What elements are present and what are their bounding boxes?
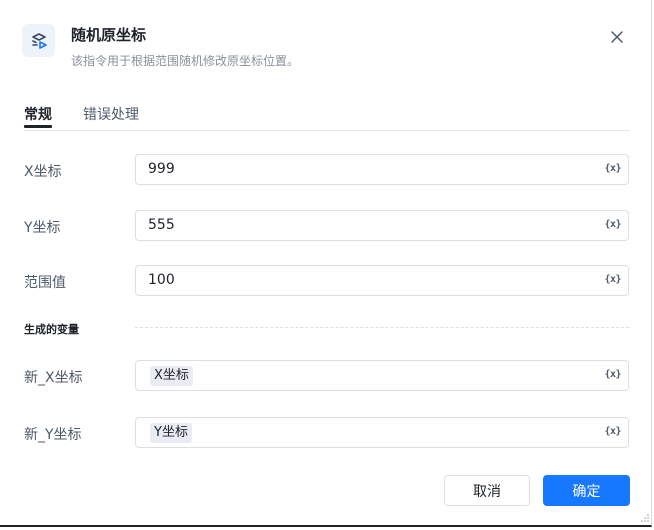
dialog-title: 随机原坐标 <box>71 26 147 44</box>
y-coordinate-value: 555 <box>148 217 175 233</box>
output-variables-heading: 生成的变量 <box>24 323 79 336</box>
close-button[interactable] <box>606 26 628 48</box>
y-coordinate-input[interactable]: 555 {x} <box>135 210 629 241</box>
confirm-button[interactable]: 确定 <box>543 475 630 506</box>
insert-variable-button[interactable]: {x} <box>604 274 621 285</box>
tab-bar: 常规 错误处理 <box>24 104 630 131</box>
x-coordinate-value: 999 <box>148 161 175 177</box>
insert-variable-button[interactable]: {x} <box>604 219 621 230</box>
new-y-label: 新_Y坐标 <box>24 427 82 443</box>
x-coordinate-input[interactable]: 999 {x} <box>135 154 629 185</box>
random-coordinate-icon <box>22 24 55 57</box>
insert-variable-button[interactable]: {x} <box>604 369 621 380</box>
y-coordinate-label: Y坐标 <box>24 220 61 236</box>
close-icon <box>611 31 623 43</box>
dialog-subtitle: 该指令用于根据范围随机修改原坐标位置。 <box>71 54 300 68</box>
insert-variable-button[interactable]: {x} <box>604 426 621 437</box>
new-y-variable-input[interactable]: Y坐标 {x} <box>135 417 629 448</box>
variable-chip: Y坐标 <box>150 423 192 443</box>
resize-grip-icon[interactable] <box>640 513 650 523</box>
insert-variable-button[interactable]: {x} <box>604 163 621 174</box>
range-input[interactable]: 100 {x} <box>135 265 629 296</box>
dialog: 随机原坐标 该指令用于根据范围随机修改原坐标位置。 常规 错误处理 X坐标 99… <box>0 0 652 527</box>
new-x-label: 新_X坐标 <box>24 370 83 386</box>
new-x-variable-input[interactable]: X坐标 {x} <box>135 360 629 391</box>
variable-chip: X坐标 <box>150 366 193 386</box>
cancel-button[interactable]: 取消 <box>444 475 530 506</box>
tab-error-handling[interactable]: 错误处理 <box>83 104 139 124</box>
range-label: 范围值 <box>24 275 66 291</box>
section-divider <box>135 327 629 328</box>
x-coordinate-label: X坐标 <box>24 164 62 180</box>
range-value: 100 <box>148 272 175 288</box>
active-tab-indicator <box>24 125 52 128</box>
tab-general[interactable]: 常规 <box>24 104 52 124</box>
